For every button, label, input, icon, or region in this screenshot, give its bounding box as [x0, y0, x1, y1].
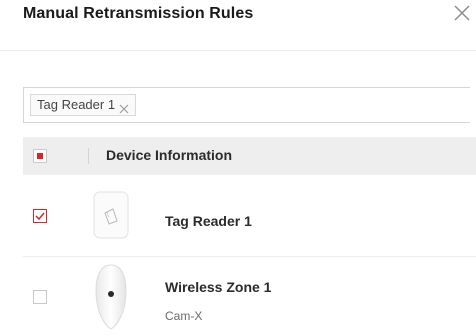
pir-camera-icon — [94, 263, 128, 336]
column-header-device-information: Device Information — [106, 147, 233, 163]
device-tag: Tag Reader 1 — [30, 94, 137, 116]
table-row[interactable]: Tag Reader 1 — [23, 176, 476, 257]
column-divider — [88, 148, 89, 164]
tag-reader-icon — [93, 191, 129, 244]
close-icon[interactable] — [452, 3, 472, 23]
close-icon[interactable] — [119, 100, 129, 114]
select-all-checkbox[interactable] — [33, 149, 47, 163]
dialog-header: Manual Retransmission Rules — [0, 0, 476, 51]
dialog-title: Manual Retransmission Rules — [23, 5, 254, 22]
row-checkbox[interactable] — [33, 209, 47, 223]
device-subtitle: Cam-X — [165, 309, 203, 323]
device-name: Tag Reader 1 — [165, 213, 252, 229]
device-name: Wireless Zone 1 — [165, 279, 272, 295]
device-tag-label: Tag Reader 1 — [37, 97, 116, 112]
table-header: Device Information — [23, 137, 476, 175]
selected-devices-filter[interactable]: Tag Reader 1 — [23, 87, 470, 123]
row-checkbox[interactable] — [33, 290, 47, 304]
table-row[interactable]: Wireless Zone 1 Cam-X — [23, 257, 476, 336]
